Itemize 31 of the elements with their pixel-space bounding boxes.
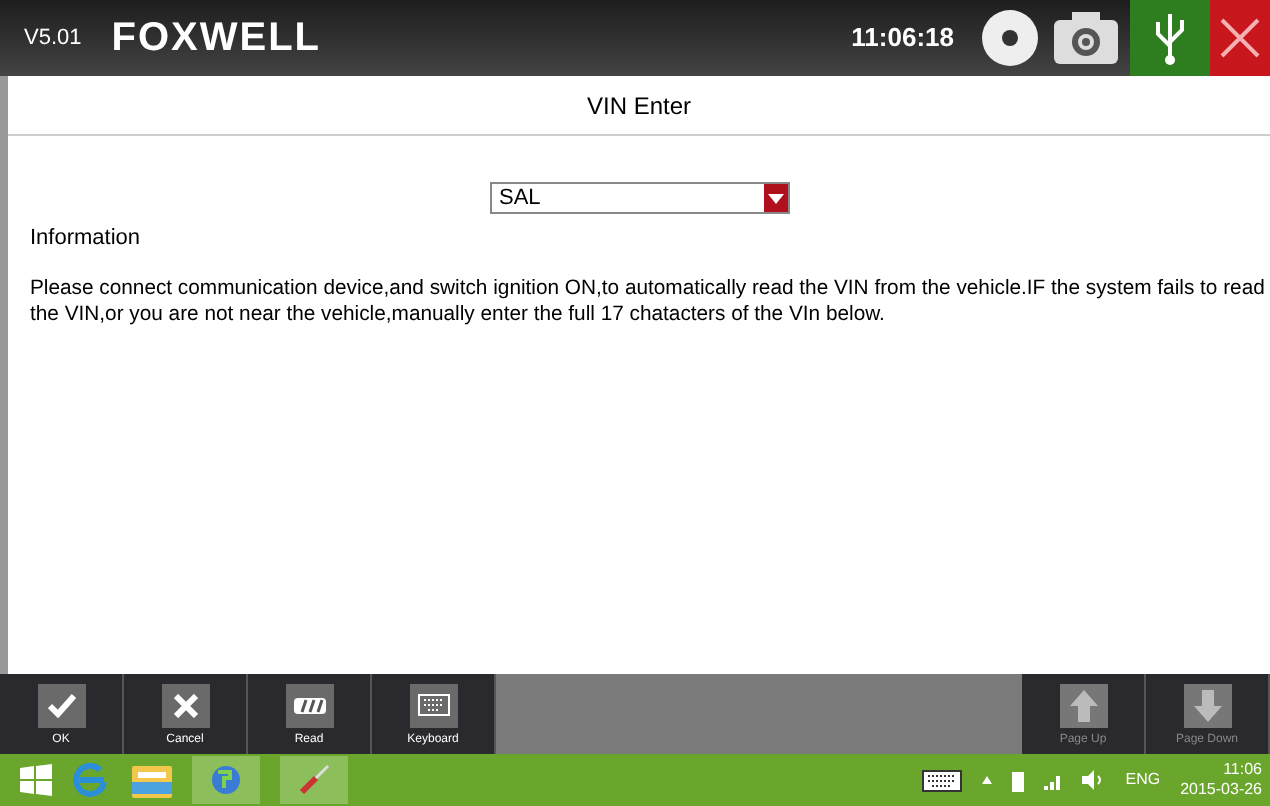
close-icon [173,693,197,717]
version-label: V5.01 [24,23,82,54]
battery-icon[interactable] [1011,769,1024,791]
arrow-up-icon [1069,689,1097,721]
close-icon [1220,18,1260,58]
close-button[interactable] [1210,0,1270,76]
info-paragraph: Please connect communication device,and switch ignition ON,to automatically read the VIN from the vehicle.IF the system fails to read the VIN,or you are not near the vehicle,manually enter the full 17 chatacters of the VIn below. [30,275,1266,327]
connector-icon [293,697,325,713]
info-label: Information [30,224,143,254]
taskbar-app-button[interactable] [192,756,260,804]
keyboard-icon[interactable] [921,769,962,791]
taskbar-app-button[interactable] [280,756,348,804]
screwdriver-icon [298,764,330,796]
keyboard-icon [417,694,449,716]
windows-icon[interactable] [20,764,52,796]
caret-up-icon[interactable] [981,776,992,784]
caret-icon [767,193,783,203]
usb-icon [1152,10,1188,66]
clock-time: 11:06:18 [851,20,954,57]
vin-dropdown[interactable]: SAL [489,182,789,214]
disc-icon[interactable] [982,10,1038,66]
page-title: VIN Enter [8,76,1270,136]
signal-icon[interactable] [1043,771,1062,789]
usb-button[interactable] [1130,0,1210,76]
folder-icon[interactable] [132,762,172,798]
speaker-icon[interactable] [1081,770,1106,790]
checkmark-icon [47,693,75,717]
arrow-down-icon [1193,689,1221,721]
logo: FOXWELL [111,14,322,64]
camera-icon[interactable] [1054,12,1118,64]
globe-icon [210,764,242,796]
